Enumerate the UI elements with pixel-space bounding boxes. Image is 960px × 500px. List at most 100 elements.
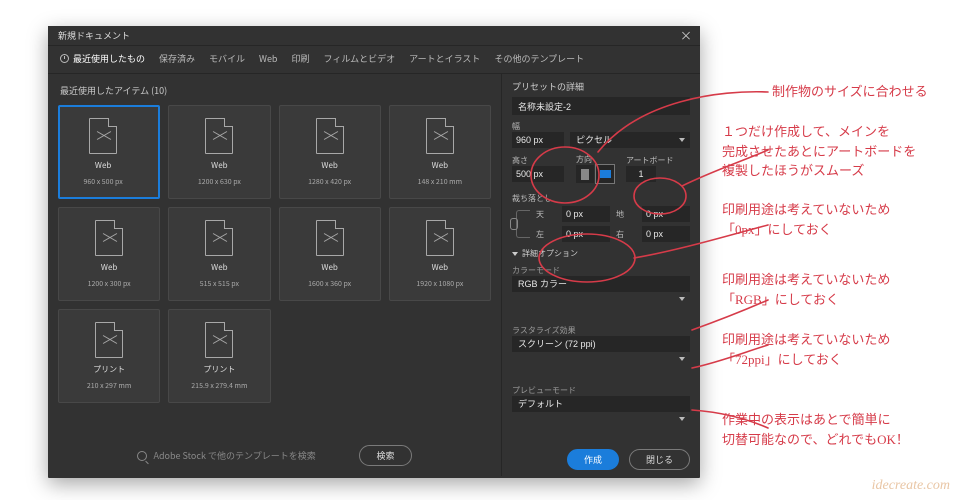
width-label: 幅 <box>512 121 690 132</box>
bleed-top-input[interactable] <box>562 206 610 222</box>
clock-icon <box>60 54 69 63</box>
preset-card[interactable]: Web 1280 x 420 px <box>279 105 381 199</box>
preset-card[interactable]: Web 515 x 515 px <box>168 207 270 301</box>
document-icon <box>205 322 233 358</box>
create-button[interactable]: 作成 <box>567 449 619 470</box>
category-tabs: 最近使用したもの 保存済み モバイル Web 印刷 フィルムとビデオ アートとイ… <box>48 46 700 74</box>
bleed-left-input[interactable] <box>562 226 610 242</box>
card-dimensions: 1920 x 1080 px <box>416 279 463 289</box>
card-label: プリント <box>93 364 125 375</box>
tab-mobile[interactable]: モバイル <box>209 52 245 65</box>
orientation-landscape[interactable] <box>596 165 614 183</box>
document-icon <box>89 118 117 154</box>
preset-card[interactable]: Web 1920 x 1080 px <box>389 207 491 301</box>
card-label: Web <box>432 160 448 171</box>
preset-card[interactable]: Web 148 x 210 mm <box>389 105 491 199</box>
bleed-label: 裁ち落とし <box>512 193 690 204</box>
new-document-dialog: 新規ドキュメント × 最近使用したもの 保存済み モバイル Web 印刷 フィル… <box>48 26 700 478</box>
link-bleed-icon[interactable] <box>516 210 530 238</box>
colormode-select[interactable]: RGB カラー <box>512 276 690 292</box>
annotation-size: 制作物のサイズに合わせる <box>772 82 928 102</box>
preset-card[interactable]: Web 960 x 500 px <box>58 105 160 199</box>
card-label: Web <box>95 160 111 171</box>
raster-label: ラスタライズ効果 <box>512 325 690 336</box>
card-dimensions: 1600 x 360 px <box>308 279 351 289</box>
orientation-label: 方向 <box>576 154 614 165</box>
preset-card[interactable]: プリント 215.9 x 279.4 mm <box>168 309 270 403</box>
tab-print[interactable]: 印刷 <box>292 52 310 65</box>
artboard-label: アートボード <box>626 155 674 166</box>
tab-other[interactable]: その他のテンプレート <box>494 52 584 65</box>
height-label: 高さ <box>512 155 564 166</box>
card-dimensions: 1200 x 300 px <box>88 279 131 289</box>
close-icon[interactable]: × <box>678 28 694 44</box>
document-icon <box>426 118 454 154</box>
raster-select[interactable]: スクリーン (72 ppi) <box>512 336 690 352</box>
tab-saved[interactable]: 保存済み <box>159 52 195 65</box>
document-icon <box>426 220 454 256</box>
card-dimensions: 1280 x 420 px <box>308 177 351 187</box>
orientation-portrait[interactable] <box>576 165 594 183</box>
search-icon <box>137 451 147 461</box>
annotation-bleed: 印刷用途は考えていないため 「0px」にしておく <box>722 200 890 239</box>
preset-name-input[interactable] <box>512 97 690 115</box>
titlebar: 新規ドキュメント × <box>48 26 700 46</box>
card-label: Web <box>432 262 448 273</box>
card-label: Web <box>321 160 337 171</box>
width-input[interactable] <box>512 132 564 148</box>
advanced-toggle[interactable]: 詳細オプション <box>512 248 690 259</box>
search-placeholder: Adobe Stock で他のテンプレートを検索 <box>153 449 315 462</box>
annotation-ppi: 印刷用途は考えていないため 「72ppi」にしておく <box>722 330 890 369</box>
panel-heading: プリセットの詳細 <box>512 80 690 93</box>
card-label: Web <box>321 262 337 273</box>
landscape-icon <box>600 170 611 178</box>
tab-web[interactable]: Web <box>259 52 277 65</box>
preset-card[interactable]: Web1200 x 630 px <box>168 105 270 199</box>
document-icon <box>95 322 123 358</box>
tab-recent[interactable]: 最近使用したもの <box>60 52 145 65</box>
recent-heading: 最近使用したアイテム (10) <box>60 84 491 97</box>
card-label: Web <box>101 262 117 273</box>
bleed-left-label: 左 <box>536 229 556 240</box>
card-dimensions: 210 x 297 mm <box>87 381 131 391</box>
tab-art[interactable]: アートとイラスト <box>409 52 480 65</box>
preset-card[interactable]: Web 1200 x 300 px <box>58 207 160 301</box>
portrait-icon <box>581 169 589 180</box>
dialog-title: 新規ドキュメント <box>58 29 130 42</box>
card-dimensions: 215.9 x 279.4 mm <box>191 381 247 391</box>
preset-details-panel: プリセットの詳細 幅 ピクセル 高さ 方向 <box>502 74 700 476</box>
units-select[interactable]: ピクセル <box>570 132 690 148</box>
document-icon <box>205 220 233 256</box>
bleed-bottom-input[interactable] <box>642 206 690 222</box>
document-icon <box>205 118 233 154</box>
document-icon <box>316 220 344 256</box>
watermark: idecreate.com <box>872 478 950 494</box>
annotation-artboard: １つだけ作成して、メインを 完成させたあとにアートボードを 複製したほうがスムー… <box>722 122 916 181</box>
cancel-button[interactable]: 閉じる <box>629 449 690 470</box>
bleed-right-input[interactable] <box>642 226 690 242</box>
card-dimensions: 515 x 515 px <box>200 279 239 289</box>
card-dimensions: 960 x 500 px <box>84 177 123 187</box>
preview-label: プレビューモード <box>512 385 690 396</box>
preview-select[interactable]: デフォルト <box>512 396 690 412</box>
document-icon <box>95 220 123 256</box>
colormode-label: カラーモード <box>512 265 690 276</box>
bleed-bottom-label: 地 <box>616 209 636 220</box>
bleed-right-label: 右 <box>616 229 636 240</box>
preset-card[interactable]: Web 1600 x 360 px <box>279 207 381 301</box>
search-button[interactable]: 検索 <box>359 445 411 466</box>
card-label: Web <box>211 262 227 273</box>
tab-film[interactable]: フィルムとビデオ <box>324 52 396 65</box>
stock-search[interactable]: Adobe Stock で他のテンプレートを検索 <box>137 449 347 462</box>
artboard-count[interactable] <box>626 166 656 182</box>
annotation-preview: 作業中の表示はあとで簡単に 切替可能なので、どれでもOK！ <box>722 410 909 449</box>
preset-gallery: 最近使用したアイテム (10) Web960 x 500 pxWeb1200 x… <box>48 74 502 476</box>
height-input[interactable] <box>512 166 564 182</box>
card-label: Web <box>211 160 227 171</box>
bleed-top-label: 天 <box>536 209 556 220</box>
document-icon <box>316 118 344 154</box>
card-dimensions: 148 x 210 mm <box>418 177 462 187</box>
card-label: プリント <box>203 364 235 375</box>
preset-card[interactable]: プリント 210 x 297 mm <box>58 309 160 403</box>
annotation-rgb: 印刷用途は考えていないため 「RGB」にしておく <box>722 270 890 309</box>
